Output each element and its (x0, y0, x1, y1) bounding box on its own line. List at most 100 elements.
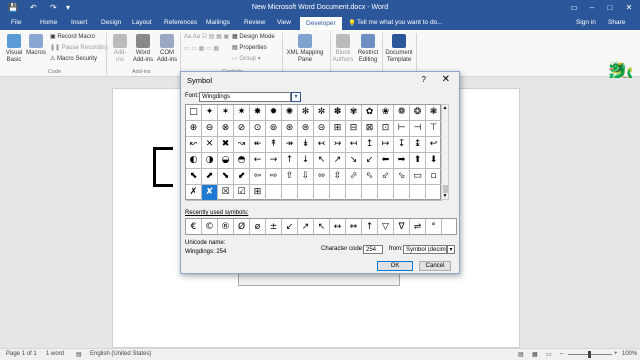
share-button[interactable]: Share (608, 19, 625, 26)
symbol-cell[interactable]: ⊠ (362, 121, 378, 137)
symbol-cell[interactable]: ✽ (330, 105, 346, 121)
symbol-cell[interactable]: ◓ (234, 153, 250, 169)
recent-symbol-cell[interactable]: € (186, 219, 202, 234)
recent-symbol-cell[interactable]: ⇔ (346, 219, 362, 234)
font-select[interactable]: Wingdings (199, 92, 291, 102)
symbol-cell[interactable]: ✿ (362, 105, 378, 121)
symbol-cell[interactable]: ↠ (282, 137, 298, 153)
ribbon-display-icon[interactable]: ▭ (567, 3, 581, 12)
symbol-cell[interactable] (346, 185, 362, 201)
recent-symbol-cell[interactable]: ↔ (330, 219, 346, 234)
symbol-cell[interactable]: □ (186, 105, 202, 121)
symbol-grid-scrollbar[interactable]: ▲ ▼ (441, 104, 449, 200)
recent-symbol-cell[interactable]: ⇌ (410, 219, 426, 234)
symbol-cell[interactable]: ⬄ (314, 169, 330, 185)
maximize-button[interactable]: □ (603, 3, 617, 12)
recent-symbol-cell[interactable]: ° (426, 219, 442, 234)
symbol-cell[interactable]: ⇨ (266, 169, 282, 185)
symbol-cell[interactable]: ⬀ (346, 169, 362, 185)
symbol-cell[interactable]: ↗ (330, 153, 346, 169)
symbol-cell[interactable] (362, 185, 378, 201)
symbol-cell[interactable]: ✻ (298, 105, 314, 121)
add-ins-button[interactable]: Add-ins (110, 34, 130, 64)
ok-button[interactable]: OK (377, 261, 413, 271)
symbol-cell[interactable] (410, 185, 426, 201)
close-button[interactable]: ✕ (622, 3, 636, 12)
recent-symbol-cell[interactable]: ▽ (378, 219, 394, 234)
symbol-cell[interactable]: ↙ (362, 153, 378, 169)
symbol-cell[interactable]: ☒ (218, 185, 234, 201)
recent-symbol-cell[interactable]: ↙ (282, 219, 298, 234)
symbol-cell[interactable]: ⊢ (394, 121, 410, 137)
symbol-cell[interactable] (282, 185, 298, 201)
scroll-up-icon[interactable]: ▲ (442, 105, 448, 111)
symbol-cell[interactable]: ⊛ (282, 121, 298, 137)
com-add-ins-button[interactable]: COM Add-ins (156, 34, 178, 64)
symbol-cell[interactable]: ⊜ (298, 121, 314, 137)
tab-home[interactable]: Home (40, 19, 57, 26)
symbol-cell[interactable]: ↝ (234, 137, 250, 153)
visual-basic-button[interactable]: Visual Basic (4, 34, 24, 64)
symbol-cell[interactable]: ✹ (266, 105, 282, 121)
symbol-cell[interactable]: ↡ (298, 137, 314, 153)
symbol-cell-selected[interactable]: ✘ (202, 185, 218, 201)
symbol-cell[interactable]: ↑ (282, 153, 298, 169)
symbol-cell[interactable]: ⊕ (186, 121, 202, 137)
symbol-cell[interactable] (330, 185, 346, 201)
chevron-down-icon[interactable]: ▾ (291, 92, 301, 102)
symbol-cell[interactable] (266, 185, 282, 201)
tab-references[interactable]: References (164, 19, 197, 26)
symbol-cell[interactable]: ⬉ (186, 169, 202, 185)
tab-design[interactable]: Design (101, 19, 121, 26)
word-add-ins-button[interactable]: Word Add-ins (132, 34, 154, 64)
symbol-cell[interactable]: ❀ (378, 105, 394, 121)
symbol-cell[interactable]: ⬆ (410, 153, 426, 169)
restrict-editing-button[interactable]: Restrict Editing (356, 34, 380, 64)
symbol-cell[interactable]: ❃ (426, 105, 442, 121)
recent-symbol-cell[interactable]: ↖ (314, 219, 330, 234)
symbol-cell[interactable]: ✺ (282, 105, 298, 121)
symbol-cell[interactable]: ↨ (410, 137, 426, 153)
symbol-cell[interactable]: ↞ (250, 137, 266, 153)
group-button[interactable]: ▭ Group ▾ (232, 55, 261, 62)
symbol-cell[interactable]: ✗ (186, 185, 202, 201)
symbol-cell[interactable]: ⊞ (250, 185, 266, 201)
symbol-cell[interactable]: ⊣ (410, 121, 426, 137)
symbol-cell[interactable] (298, 185, 314, 201)
dialog-close-button[interactable]: ✕ (442, 74, 450, 85)
symbol-cell[interactable]: ↓ (298, 153, 314, 169)
symbol-cell[interactable]: ⬋ (234, 169, 250, 185)
symbol-cell[interactable]: ⬂ (394, 169, 410, 185)
symbol-cell[interactable]: ↤ (346, 137, 362, 153)
symbol-cell[interactable]: ⊗ (218, 121, 234, 137)
scroll-down-icon[interactable]: ▼ (442, 193, 448, 199)
symbol-cell[interactable]: ← (250, 153, 266, 169)
recent-symbol-cell[interactable]: ∇ (394, 219, 410, 234)
symbol-cell[interactable] (378, 185, 394, 201)
symbol-cell[interactable]: ⇩ (298, 169, 314, 185)
symbol-cell[interactable]: ↖ (314, 153, 330, 169)
symbol-cell[interactable]: ✸ (250, 105, 266, 121)
symbol-cell[interactable]: ↣ (330, 137, 346, 153)
chevron-down-icon[interactable]: ▾ (447, 245, 455, 254)
help-button[interactable]: ? (422, 75, 426, 84)
recent-symbol-cell[interactable]: ø (250, 219, 266, 234)
zoom-level[interactable]: 100% (622, 351, 637, 357)
zoom-out-icon[interactable]: – (560, 351, 563, 357)
symbol-cell[interactable]: ☑ (234, 185, 250, 201)
symbol-cell[interactable]: ⬅ (378, 153, 394, 169)
zoom-slider-thumb[interactable] (588, 351, 591, 358)
symbol-cell[interactable]: ⬊ (218, 169, 234, 185)
symbol-cell[interactable]: ❂ (410, 105, 426, 121)
print-layout-icon[interactable]: ▦ (532, 351, 538, 358)
symbol-cell[interactable]: ▭ (410, 169, 426, 185)
symbol-cell[interactable]: ✶ (218, 105, 234, 121)
tab-developer[interactable]: Developer (300, 17, 342, 30)
cancel-button[interactable]: Cancel (419, 261, 451, 271)
tell-me-box[interactable]: Tell me what you want to do... (357, 19, 443, 26)
symbol-cell[interactable]: ◐ (186, 153, 202, 169)
symbol-cell[interactable]: ✕ (202, 137, 218, 153)
symbol-cell[interactable] (394, 185, 410, 201)
symbol-cell[interactable]: ⬈ (202, 169, 218, 185)
tab-review[interactable]: Review (244, 19, 265, 26)
